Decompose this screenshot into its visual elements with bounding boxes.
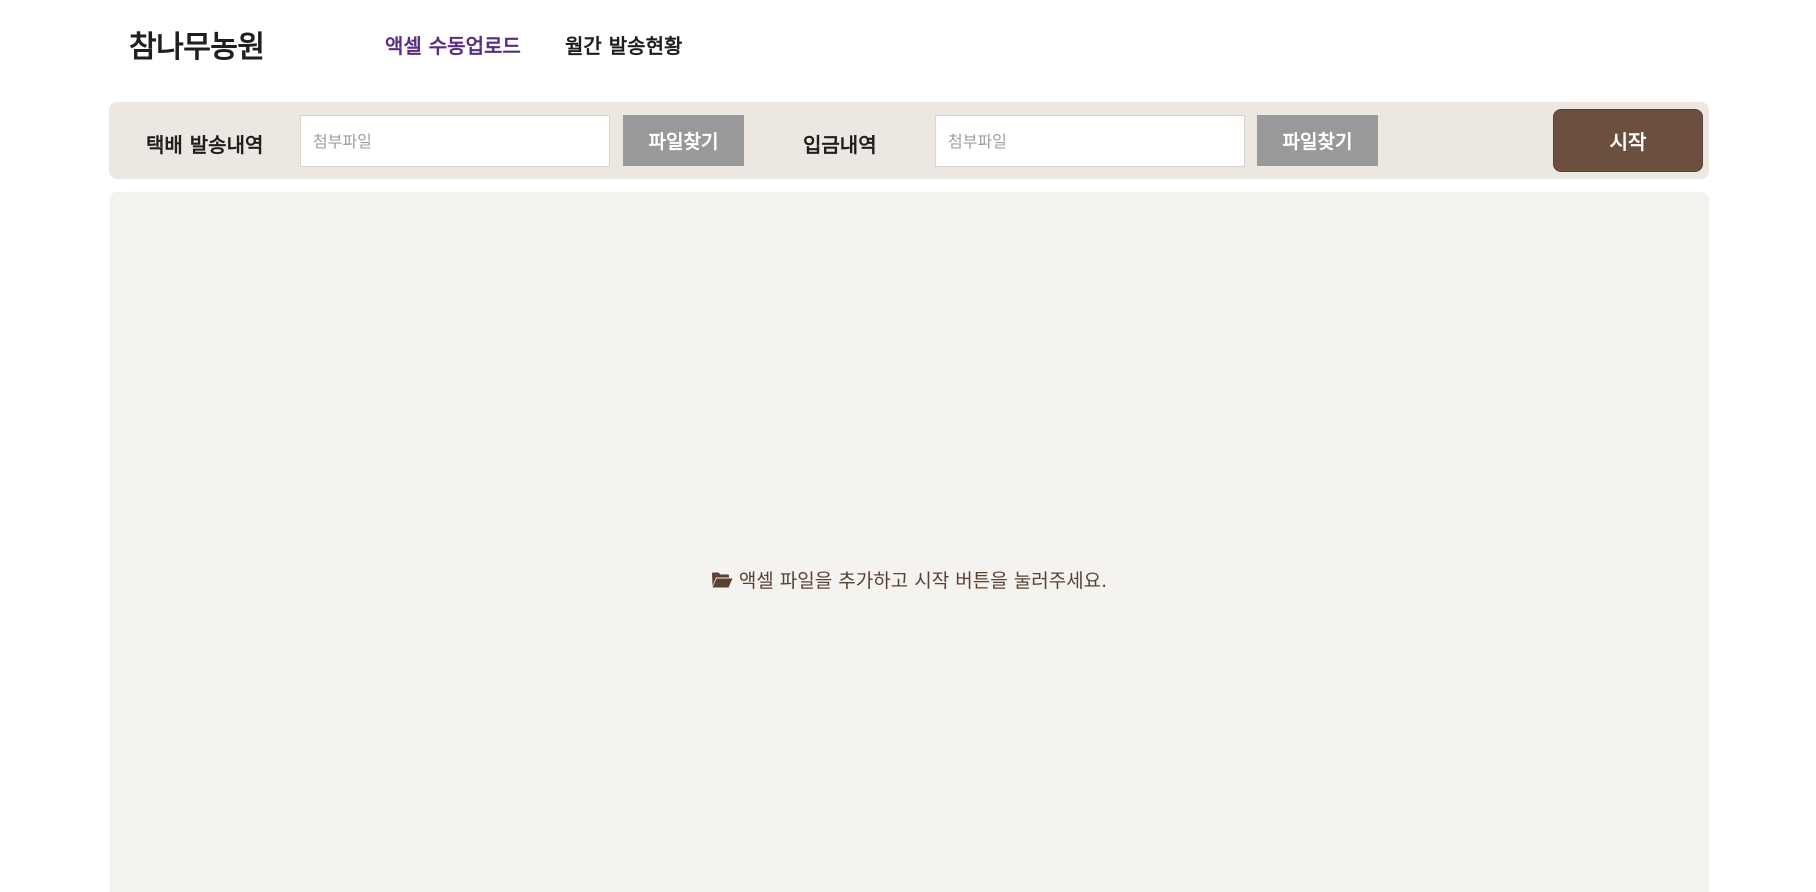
result-panel: 액셀 파일을 추가하고 시작 버튼을 눌러주세요.	[109, 192, 1709, 892]
deposit-file-input[interactable]	[935, 115, 1245, 167]
empty-message: 액셀 파일을 추가하고 시작 버튼을 눌러주세요.	[738, 570, 1108, 592]
delivery-file-input[interactable]	[300, 115, 610, 167]
brand-logo[interactable]: 참나무농원	[129, 22, 265, 66]
nav-excel-upload[interactable]: 액셀 수동업로드	[385, 30, 521, 59]
start-button[interactable]: 시작	[1553, 109, 1703, 172]
nav-monthly-status[interactable]: 월간 발송현황	[565, 30, 682, 59]
delivery-label: 택배 발송내역	[146, 133, 264, 157]
delivery-find-file-button[interactable]: 파일찾기	[623, 115, 744, 166]
upload-toolbar: 택배 발송내역 파일찾기 입금내역 파일찾기 시작	[109, 102, 1709, 179]
deposit-find-file-button[interactable]: 파일찾기	[1257, 115, 1378, 166]
deposit-label: 입금내역	[803, 133, 877, 157]
empty-state: 액셀 파일을 추가하고 시작 버튼을 눌러주세요.	[109, 566, 1709, 594]
app-header: 참나무농원 액셀 수동업로드 월간 발송현황	[0, 0, 1816, 86]
folder-open-icon	[711, 571, 733, 594]
